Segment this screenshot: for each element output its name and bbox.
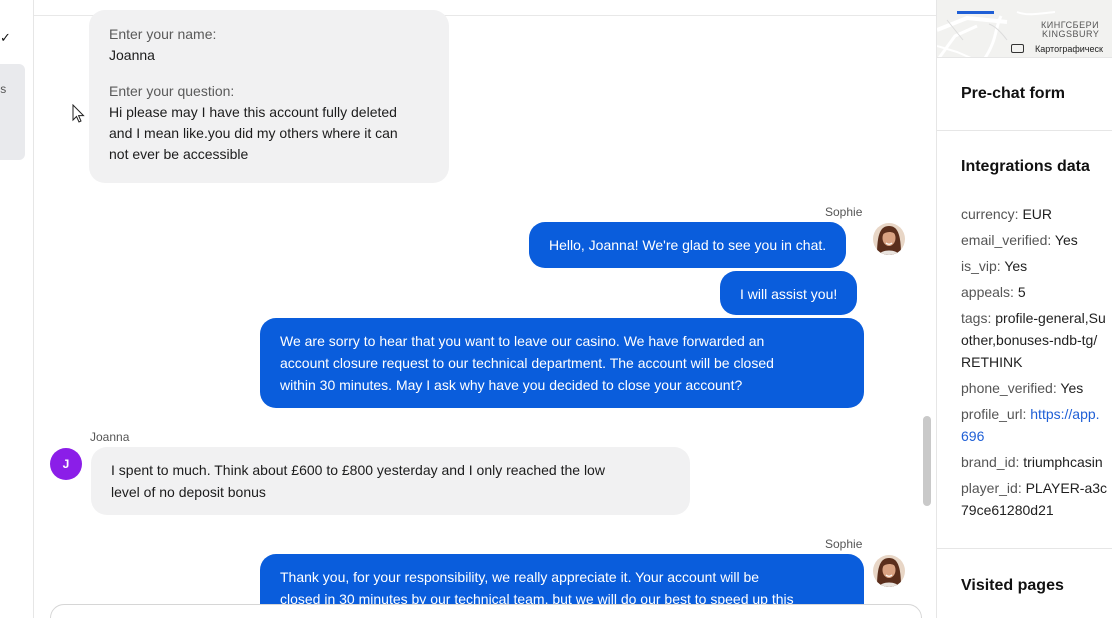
question-line: Hi please may I have this account fully … [109, 104, 397, 120]
row-value: other,bonuses-ndb-tg/ [961, 332, 1098, 348]
integration-row-tags: tags: profile-general,Su other,bonuses-n… [961, 307, 1112, 373]
row-value: 79ce61280d21 [961, 502, 1054, 518]
name-field-value: Joanna [109, 47, 155, 63]
integration-row-appeals: appeals: 5 [961, 281, 1112, 303]
message-composer[interactable] [50, 604, 922, 618]
name-field-label: Enter your name: [109, 26, 217, 42]
integrations-section-title[interactable]: Integrations data [961, 158, 1090, 176]
map-tab-indicator [957, 11, 994, 14]
conversation-list-strip: ✓ 's [0, 0, 34, 618]
profile-url-link[interactable]: https://app. [1026, 406, 1099, 422]
prechat-form-message: Enter your name: Joanna Enter your quest… [89, 10, 449, 183]
question-line: not ever be accessible [109, 146, 249, 162]
integration-row-brand-id: brand_id: triumphcasin [961, 451, 1112, 473]
agent-message-bubble: I will assist you! [720, 271, 858, 315]
integration-row-phone-verified: phone_verified: Yes [961, 377, 1112, 399]
visitor-avatar[interactable]: J [50, 448, 82, 480]
agent-name: Sophie [825, 205, 863, 219]
visitor-message-bubble: I spent to much. Think about £600 to £80… [91, 447, 690, 515]
message-line: level of no deposit bonus [111, 484, 266, 500]
map-credit[interactable]: Картографическ [1035, 44, 1103, 54]
row-key: is_vip: [961, 258, 1001, 274]
row-key: profile_url: [961, 406, 1027, 422]
prechat-form-section-title[interactable]: Pre-chat form [961, 85, 1065, 103]
row-key: tags: [961, 310, 992, 326]
row-key: appeals: [961, 284, 1014, 300]
row-value: Yes [1000, 258, 1028, 274]
message-line: Thank you, for your responsibility, we r… [280, 569, 760, 585]
row-value: PLAYER-a3c [1021, 480, 1108, 496]
question-line: and I mean like.you did my others where … [109, 125, 398, 141]
message-line: We are sorry to hear that you want to le… [280, 333, 765, 349]
section-divider [937, 130, 1112, 131]
agent-avatar[interactable] [873, 223, 905, 255]
row-key: currency: [961, 206, 1019, 222]
conversation-item-text: 's [0, 82, 7, 96]
row-key: player_id: [961, 480, 1022, 496]
agent-name: Sophie [825, 537, 863, 551]
row-value: triumphcasin [1019, 454, 1103, 470]
details-panel: КИНГСБЕРИ KINGSBURY Картографическ Pre-c… [936, 0, 1112, 618]
visitor-name: Joanna [90, 430, 130, 444]
row-value: profile-general,Su [991, 310, 1106, 326]
row-key: email_verified: [961, 232, 1052, 248]
mouse-cursor-icon [72, 104, 85, 123]
checkmark-icon: ✓ [0, 30, 11, 45]
map-city-label: KINGSBURY [1042, 29, 1100, 39]
row-value: Yes [1051, 232, 1078, 248]
integration-row-player-id: player_id: PLAYER-a3c 79ce61280d21 [961, 477, 1112, 521]
location-map[interactable]: КИНГСБЕРИ KINGSBURY Картографическ [937, 0, 1112, 58]
visited-pages-section-title[interactable]: Visited pages [961, 577, 1064, 595]
conversation-list-item[interactable]: 's [0, 64, 25, 160]
row-value: 5 [1013, 284, 1026, 300]
row-value: EUR [1018, 206, 1053, 222]
integration-row-email-verified: email_verified: Yes [961, 229, 1112, 251]
row-key: brand_id: [961, 454, 1020, 470]
message-line: account closure request to our technical… [280, 355, 774, 371]
question-field-label: Enter your question: [109, 83, 235, 99]
message-line: I spent to much. Think about £600 to £80… [111, 462, 605, 478]
row-value: RETHINK [961, 354, 1023, 370]
keyboard-icon[interactable] [1011, 44, 1024, 53]
chat-transcript: Enter your name: Joanna Enter your quest… [34, 0, 936, 618]
agent-message-bubble: We are sorry to hear that you want to le… [260, 318, 864, 408]
chat-app: ✓ 's Enter your name: Joanna Enter your … [0, 0, 1112, 618]
integration-row-currency: currency: EUR [961, 203, 1112, 225]
integration-row-is-vip: is_vip: Yes [961, 255, 1112, 277]
chat-scrollbar[interactable] [923, 416, 931, 506]
agent-message-bubble: Hello, Joanna! We're glad to see you in … [529, 222, 847, 268]
message-line: within 30 minutes. May I ask why have yo… [280, 377, 743, 393]
row-key: phone_verified: [961, 380, 1057, 396]
agent-avatar[interactable] [873, 555, 905, 587]
profile-url-link[interactable]: 696 [961, 425, 1112, 447]
section-divider [937, 548, 1112, 549]
row-value: Yes [1056, 380, 1084, 396]
integration-row-profile-url: profile_url: https://app. 696 [961, 403, 1112, 447]
